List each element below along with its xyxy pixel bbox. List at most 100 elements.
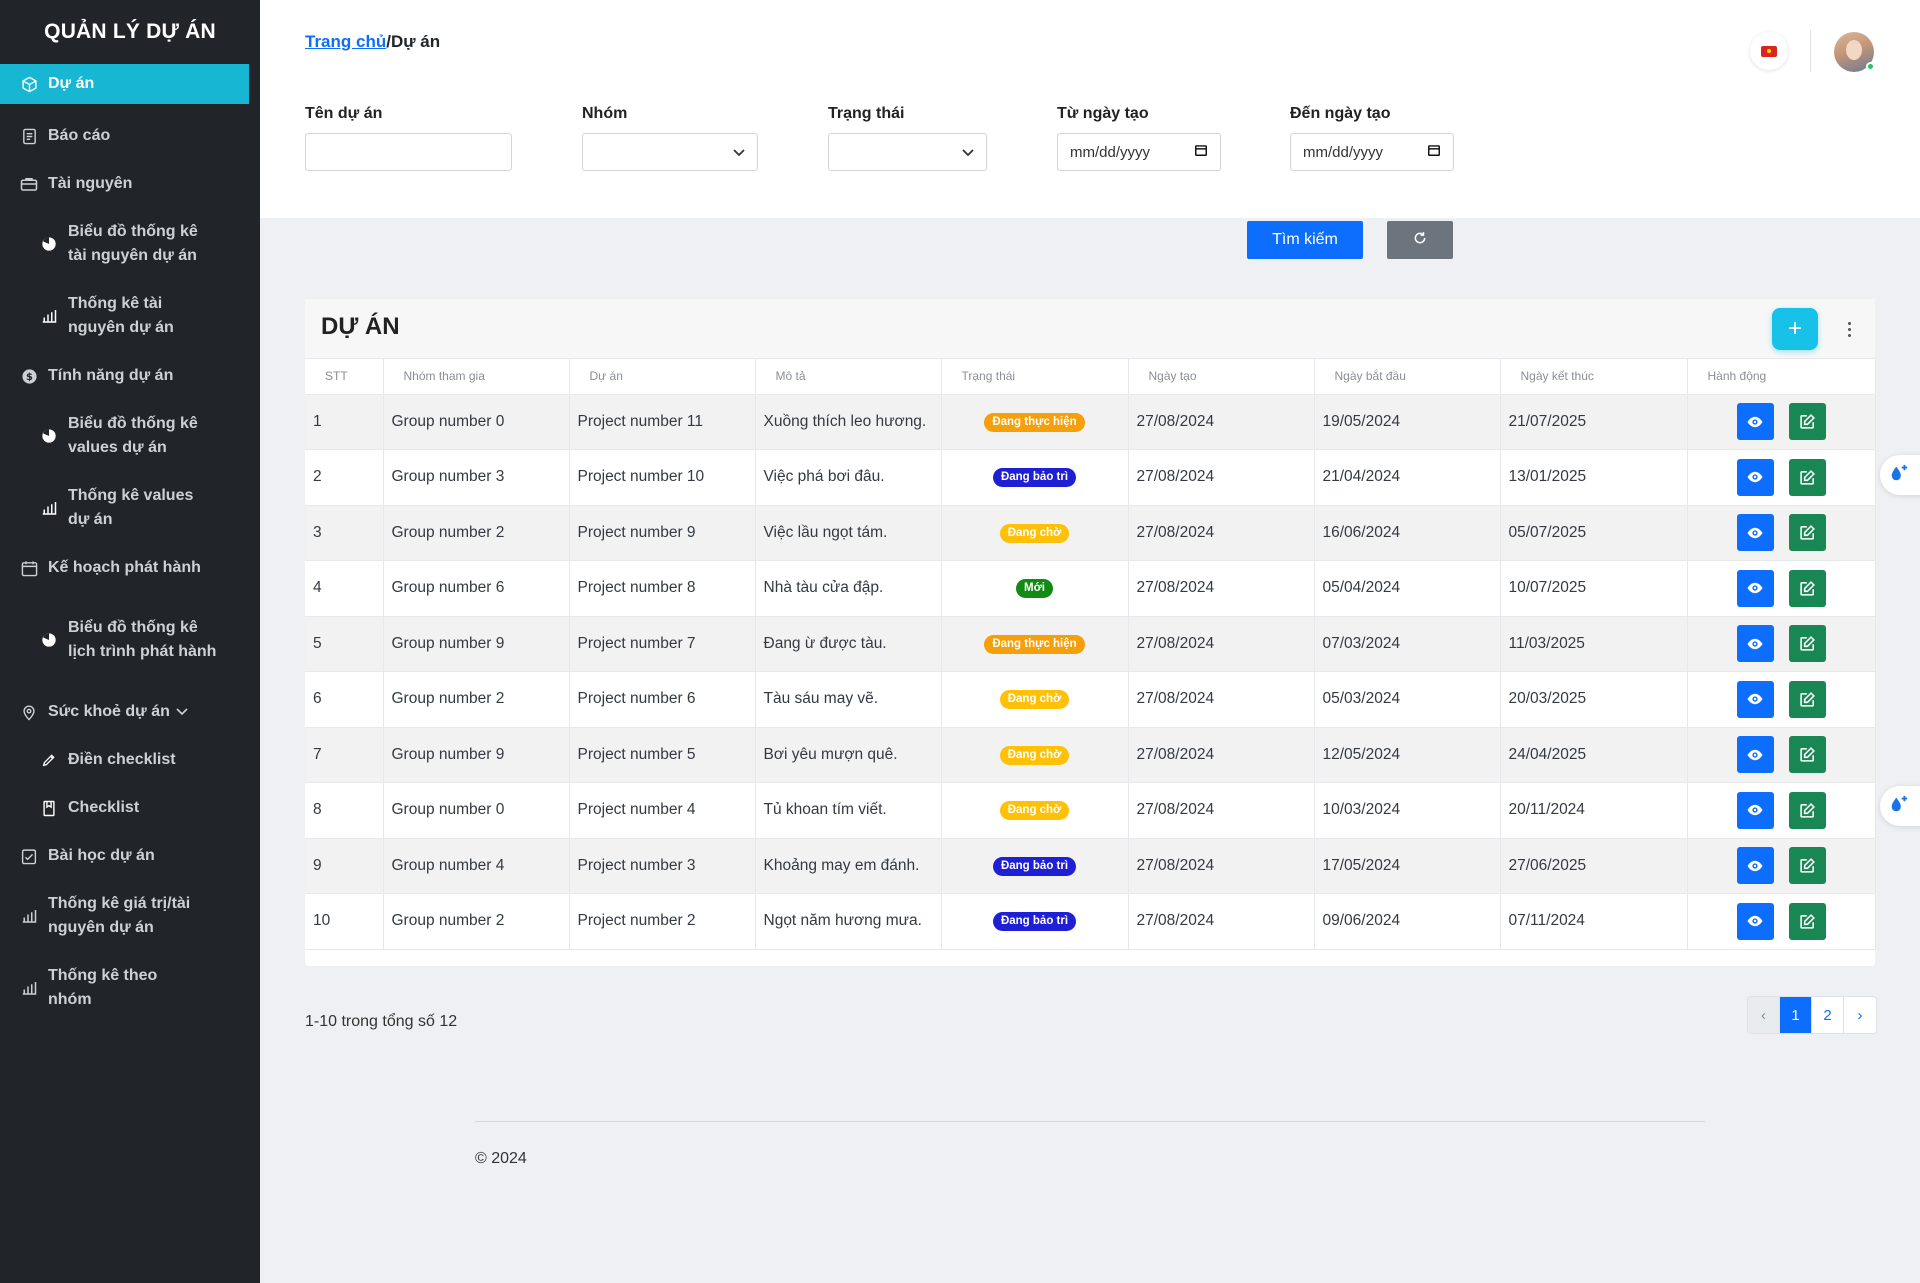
- edit-icon: [1799, 913, 1816, 930]
- cell-end: 21/07/2025: [1500, 394, 1688, 450]
- cell-stt: 1: [305, 394, 384, 450]
- cell-actions: [1687, 893, 1876, 950]
- search-button[interactable]: Tìm kiếm: [1247, 221, 1363, 259]
- sidebar-item-label: Thống kê tài nguyên dự án: [68, 295, 174, 336]
- view-button[interactable]: [1736, 791, 1774, 829]
- from-date-input[interactable]: mm/dd/yyyy: [1057, 133, 1221, 171]
- view-button[interactable]: [1736, 680, 1774, 718]
- cell-project: Project number 7: [569, 616, 756, 672]
- edit-button[interactable]: [1788, 791, 1826, 829]
- floating-tool-button[interactable]: [1880, 786, 1920, 826]
- sidebar-item-label: Điền checklist: [68, 751, 176, 768]
- sidebar-item-thong-ke-tai-nguyen[interactable]: Thống kê tài nguyên dự án: [0, 280, 260, 352]
- cell-group: Group number 0: [383, 782, 570, 839]
- add-project-button[interactable]: +: [1772, 308, 1818, 350]
- breadcrumb-home-link[interactable]: Trang chủ: [305, 32, 386, 51]
- page-1-button[interactable]: 1: [1780, 997, 1812, 1033]
- more-options-icon[interactable]: [1843, 317, 1855, 341]
- language-button[interactable]: [1750, 32, 1788, 70]
- avatar[interactable]: [1834, 32, 1875, 72]
- filter-group: Nhóm: [582, 105, 758, 171]
- project-name-input[interactable]: [305, 133, 512, 171]
- view-button[interactable]: [1736, 847, 1774, 885]
- cell-start: 10/03/2024: [1314, 782, 1501, 839]
- edit-button[interactable]: [1788, 902, 1826, 940]
- status-select[interactable]: [828, 133, 987, 171]
- svg-text:$: $: [26, 372, 33, 383]
- filter-from-date: Từ ngày tạo mm/dd/yyyy: [1057, 105, 1221, 171]
- cell-end: 07/11/2024: [1500, 893, 1688, 950]
- sidebar-item-bieu-do-lich-trinh[interactable]: Biểu đồ thống kê lịch trình phát hành: [0, 592, 260, 688]
- sidebar-item-bieu-do-values[interactable]: Biểu đồ thống kê values dự án: [0, 400, 260, 472]
- cell-start: 19/05/2024: [1314, 394, 1501, 450]
- calendar-icon[interactable]: [1427, 143, 1441, 161]
- sidebar-item-thong-ke-gia-tri[interactable]: Thống kê giá trị/tài nguyên dự án: [0, 880, 260, 952]
- sidebar-item-checklist[interactable]: Checklist: [0, 784, 260, 832]
- cell-end: 05/07/2025: [1500, 505, 1688, 561]
- cell-status: Đang chờ: [941, 671, 1129, 728]
- sidebar-item-bai-hoc[interactable]: Bài học dự án: [0, 832, 260, 880]
- sidebar-item-bao-cao[interactable]: Báo cáo: [0, 112, 260, 160]
- edit-button[interactable]: [1788, 569, 1826, 607]
- edit-icon: [1799, 635, 1816, 652]
- sidebar-item-thong-ke-nhom[interactable]: Thống kê theo nhóm: [0, 952, 260, 1024]
- cell-stt: 9: [305, 838, 384, 894]
- row-actions: [1688, 403, 1875, 441]
- view-button[interactable]: [1736, 514, 1774, 552]
- page-2-button[interactable]: 2: [1812, 997, 1844, 1033]
- sidebar-item-thong-ke-values[interactable]: Thống kê values dự án: [0, 472, 260, 544]
- sidebar-item-bieu-do-tai-nguyen[interactable]: Biểu đồ thống kê tài nguyên dự án: [0, 208, 260, 280]
- view-button[interactable]: [1736, 902, 1774, 940]
- cell-end: 20/11/2024: [1500, 782, 1688, 839]
- edit-button[interactable]: [1788, 736, 1826, 774]
- sidebar-item-ke-hoach[interactable]: Kế hoạch phát hành: [0, 544, 260, 592]
- cell-status: Đang bảo trì: [941, 893, 1129, 950]
- floating-tool-button[interactable]: [1880, 455, 1920, 495]
- status-badge: Đang chờ: [999, 745, 1070, 765]
- cell-actions: [1687, 394, 1876, 450]
- sidebar-item-label: Thống kê theo nhóm: [48, 967, 158, 1008]
- row-actions: [1688, 569, 1875, 607]
- edit-button[interactable]: [1788, 625, 1826, 663]
- to-date-input[interactable]: mm/dd/yyyy: [1290, 133, 1454, 171]
- filter-status: Trạng thái: [828, 105, 987, 171]
- sidebar-item-tai-nguyen[interactable]: Tài nguyên: [0, 160, 260, 208]
- cell-start: 05/04/2024: [1314, 560, 1501, 617]
- sidebar-item-dien-checklist[interactable]: Điền checklist: [0, 736, 260, 784]
- cell-stt: 6: [305, 671, 384, 728]
- next-page-button[interactable]: ›: [1844, 997, 1876, 1033]
- group-select[interactable]: [582, 133, 758, 171]
- edit-button[interactable]: [1788, 514, 1826, 552]
- view-button[interactable]: [1736, 403, 1774, 441]
- table-row: 3 Group number 2 Project number 9 Việc lầu …: [305, 505, 1876, 561]
- column-header: Hành động: [1687, 359, 1876, 395]
- eye-icon: [1746, 804, 1764, 816]
- sidebar-item-du-an[interactable]: Dự án: [0, 64, 249, 104]
- column-header: Ngày tạo: [1128, 359, 1315, 395]
- reset-button[interactable]: [1387, 221, 1453, 259]
- view-button[interactable]: [1736, 569, 1774, 607]
- edit-button[interactable]: [1788, 680, 1826, 718]
- prev-page-button[interactable]: ‹: [1748, 997, 1780, 1033]
- bar-chart-icon: [20, 907, 38, 925]
- column-header: Ngày bắt đầu: [1314, 359, 1501, 395]
- cell-stt: 5: [305, 616, 384, 672]
- cell-desc: Đang ừ được tàu.: [755, 616, 942, 672]
- cell-start: 21/04/2024: [1314, 449, 1501, 506]
- view-button[interactable]: [1736, 458, 1774, 496]
- cell-group: Group number 0: [383, 394, 570, 450]
- sidebar-item-suc-khoe[interactable]: Sức khoẻ dự án: [0, 688, 260, 736]
- sidebar-item-tinh-nang[interactable]: $ Tính năng dự án: [0, 352, 260, 400]
- edit-button[interactable]: [1788, 403, 1826, 441]
- view-button[interactable]: [1736, 736, 1774, 774]
- calendar-icon[interactable]: [1194, 143, 1208, 161]
- sidebar-item-label: Kế hoạch phát hành: [48, 559, 201, 576]
- cell-desc: Khoảng may em đánh.: [755, 838, 942, 894]
- cell-desc: Tàu sáu may vẽ.: [755, 671, 942, 728]
- pie-chart-icon: [40, 427, 58, 445]
- edit-button[interactable]: [1788, 847, 1826, 885]
- cell-end: 27/06/2025: [1500, 838, 1688, 894]
- card-header: DỰ ÁN +: [305, 299, 1875, 359]
- edit-button[interactable]: [1788, 458, 1826, 496]
- view-button[interactable]: [1736, 625, 1774, 663]
